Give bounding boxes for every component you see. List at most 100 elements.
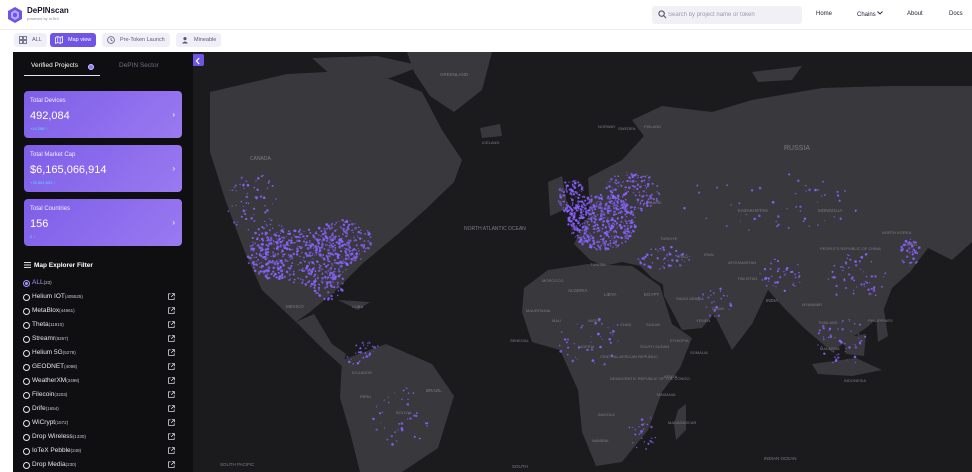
device-point xyxy=(609,341,612,344)
device-point xyxy=(599,227,601,229)
filter-item[interactable]: WiCrypt(1572) xyxy=(23,418,183,430)
world-map-canvas[interactable]: CANADAGREENLANDICELANDNORTH ATLANTIC OCE… xyxy=(192,52,972,472)
radio-button[interactable] xyxy=(23,364,30,371)
collapse-sidebar-button[interactable] xyxy=(192,54,204,66)
filter-item[interactable]: Helium IOT(405525) xyxy=(23,292,183,304)
world-map[interactable]: CANADA GREENLAND ICELAND NORTH ATLANTIC OCE… xyxy=(192,52,972,472)
mode-pre-token-launch-button[interactable]: Pre-Token Launch xyxy=(102,33,170,47)
mode-map-view-button[interactable]: Map view xyxy=(50,33,97,47)
external-link-icon[interactable] xyxy=(168,307,175,314)
search-input[interactable] xyxy=(668,8,798,22)
external-link-icon[interactable] xyxy=(168,293,175,300)
device-point xyxy=(338,238,341,242)
external-link-icon[interactable] xyxy=(168,461,175,468)
device-point xyxy=(599,335,601,337)
external-link-icon[interactable] xyxy=(168,321,175,328)
device-point xyxy=(619,205,621,207)
filter-item[interactable]: MetaBlox(44661) xyxy=(23,306,183,318)
device-point xyxy=(276,238,278,239)
radio-button[interactable] xyxy=(23,420,30,427)
tab-depin-sector[interactable]: DePIN Sector xyxy=(119,62,159,69)
device-point xyxy=(657,250,659,252)
radio-button[interactable] xyxy=(23,462,30,469)
device-point xyxy=(286,235,288,238)
device-point xyxy=(603,236,605,238)
device-point xyxy=(901,248,904,251)
tab-verified-projects[interactable]: Verified Projects xyxy=(31,62,78,69)
total-market-cap-card[interactable]: Total Market Cap $6,165,066,914 +78,591,… xyxy=(24,145,182,192)
device-point xyxy=(620,217,623,219)
device-point xyxy=(917,246,920,249)
external-link-icon[interactable] xyxy=(168,349,175,356)
device-point xyxy=(363,240,366,243)
device-point xyxy=(242,184,245,187)
mode-mineable-button[interactable]: Mineable xyxy=(176,33,222,47)
radio-button[interactable] xyxy=(23,434,30,441)
device-point xyxy=(616,324,619,326)
device-point xyxy=(565,341,568,344)
filter-item[interactable]: Helium 5G(5278) xyxy=(23,348,183,360)
filter-item[interactable]: GEODNET(4098) xyxy=(23,362,183,374)
radio-button[interactable] xyxy=(23,294,30,301)
total-devices-card[interactable]: Total Devices 492,084 +14,288 ↑ › xyxy=(24,91,182,138)
device-point xyxy=(256,245,258,247)
device-point xyxy=(611,217,614,220)
device-point xyxy=(321,241,323,243)
device-point xyxy=(337,253,340,257)
device-point xyxy=(867,288,870,291)
radio-button[interactable] xyxy=(23,350,30,357)
filter-item[interactable]: Drop Wireless(1330) xyxy=(23,432,183,444)
depinscan-logo-icon[interactable] xyxy=(8,7,22,23)
filter-item[interactable]: Drop Media(230) xyxy=(23,460,183,472)
device-point xyxy=(621,220,623,222)
info-icon[interactable] xyxy=(88,64,94,70)
external-link-icon[interactable] xyxy=(168,377,175,384)
radio-button[interactable] xyxy=(23,392,30,399)
radio-button[interactable] xyxy=(23,406,30,413)
external-link-icon[interactable] xyxy=(168,419,175,426)
device-point xyxy=(583,232,587,235)
device-point xyxy=(341,277,344,280)
external-link-icon[interactable] xyxy=(168,433,175,440)
brand[interactable]: DePINscan powered by IoTeX xyxy=(27,6,69,22)
device-point xyxy=(278,258,280,261)
nav-home[interactable]: Home xyxy=(816,11,832,17)
device-point xyxy=(562,200,565,203)
external-link-icon[interactable] xyxy=(168,447,175,454)
filter-item[interactable]: Theta(11910) xyxy=(23,320,183,332)
device-point xyxy=(602,213,605,216)
device-point xyxy=(615,182,618,185)
nav-about[interactable]: About xyxy=(907,11,923,17)
total-countries-card[interactable]: Total Countries 156 0 ↑ › xyxy=(24,199,182,246)
radio-button[interactable] xyxy=(23,378,30,385)
external-link-icon[interactable] xyxy=(168,405,175,412)
filter-item[interactable]: Filecoin(3203) xyxy=(23,390,183,402)
radio-button[interactable] xyxy=(23,308,30,315)
device-point xyxy=(776,280,779,284)
device-point xyxy=(601,221,603,223)
device-point xyxy=(730,204,732,206)
device-point xyxy=(844,262,848,265)
filter-item[interactable]: Drife(1654) xyxy=(23,404,183,416)
device-point xyxy=(281,274,284,277)
filter-item[interactable]: IoTeX Pebble(248) xyxy=(23,446,183,458)
radio-button[interactable] xyxy=(23,448,30,455)
nav-chains[interactable]: Chains xyxy=(857,11,884,18)
device-point xyxy=(244,212,247,216)
device-point xyxy=(564,181,567,184)
external-link-icon[interactable] xyxy=(168,335,175,342)
radio-button[interactable] xyxy=(23,336,30,343)
mode-all-button[interactable]: ALL xyxy=(14,33,47,47)
filter-item[interactable]: Streamr(8267) xyxy=(23,334,183,346)
external-link-icon[interactable] xyxy=(168,363,175,370)
radio-button[interactable] xyxy=(23,280,30,287)
filter-item[interactable]: ALL(23) xyxy=(23,278,183,290)
device-point xyxy=(863,271,865,273)
device-point xyxy=(645,202,649,205)
radio-button[interactable] xyxy=(23,322,30,329)
external-link-icon[interactable] xyxy=(168,391,175,398)
nav-docs[interactable]: Docs xyxy=(949,11,963,17)
device-point xyxy=(817,224,819,226)
filter-item[interactable]: WeatherXM(3498) xyxy=(23,376,183,388)
search-box[interactable] xyxy=(652,6,802,24)
